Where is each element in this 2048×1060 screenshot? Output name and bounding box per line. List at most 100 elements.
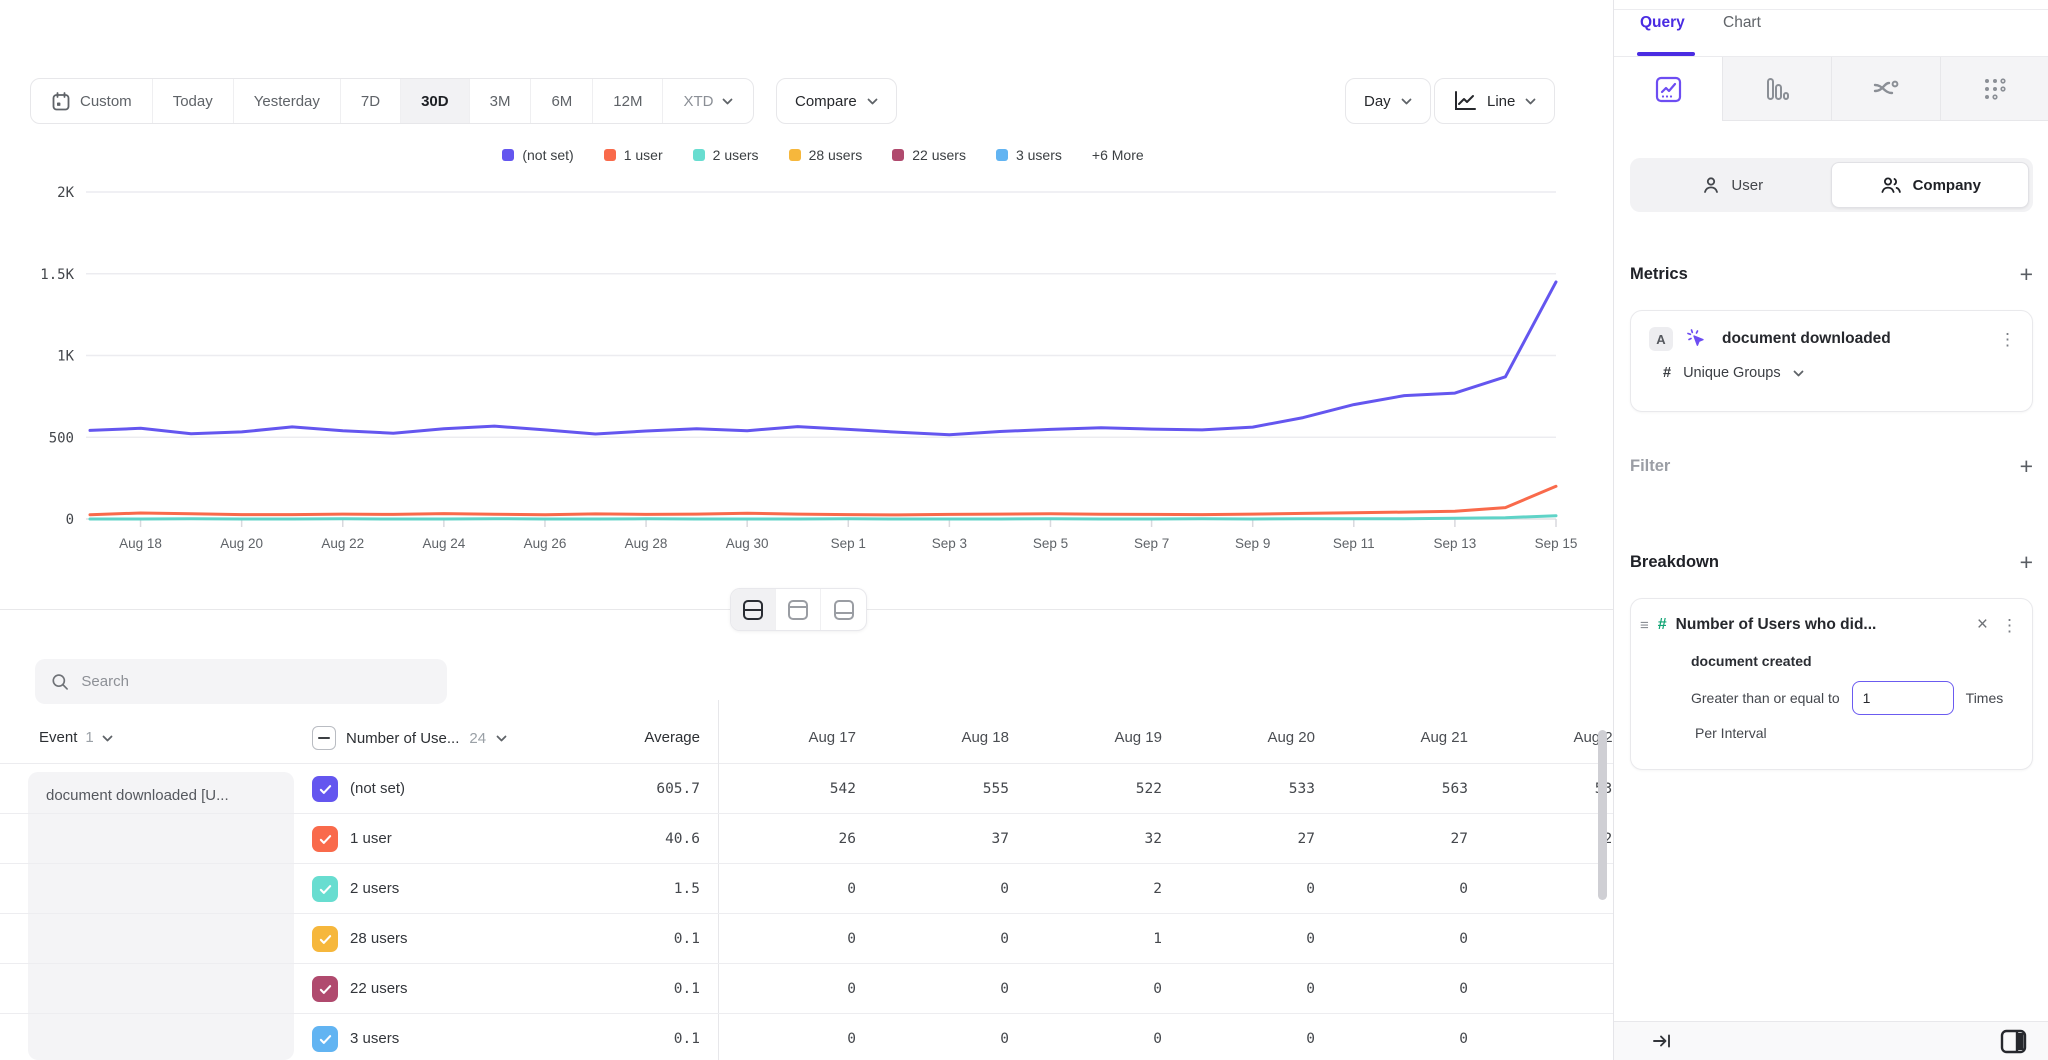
breakdown-menu-button[interactable]: ⋮ [2001,617,2018,634]
row-value: 1 [1012,914,1162,964]
add-metric-button[interactable]: + [2020,264,2033,284]
row-checkbox[interactable] [312,926,338,952]
check-icon [317,931,334,948]
range-yesterday[interactable]: Yesterday [234,79,341,123]
metric-measure-dropdown[interactable]: # Unique Groups [1631,351,2032,399]
tab-query[interactable]: Query [1640,14,1685,32]
row-value: 0 [1165,1014,1315,1060]
table-scrollbar[interactable] [1598,730,1607,900]
date-column-header[interactable]: Aug 18 [859,712,1009,764]
drag-handle-icon[interactable]: ≡ [1640,618,1649,633]
range-label: Yesterday [254,93,320,110]
panel-footer [1614,1021,2048,1060]
chart-type-tabs [1614,57,2048,121]
layout-top-button[interactable] [776,589,821,630]
range-today[interactable]: Today [153,79,234,123]
collapse-panel-icon[interactable] [1652,1032,1672,1050]
range-xtd[interactable]: XTD [663,79,753,123]
chevron-down-icon [722,98,733,105]
row-average: 0.1 [550,1014,700,1060]
row-checkbox[interactable] [312,826,338,852]
date-column-header[interactable]: Aug 21 [1318,712,1468,764]
range-3m[interactable]: 3M [470,79,532,123]
row-label: 3 users [350,1014,399,1060]
scope-company-button[interactable]: Company [1831,162,2030,208]
row-checkbox[interactable] [312,876,338,902]
row-average: 40.6 [550,814,700,864]
search-input[interactable] [81,673,431,690]
row-value: 0 [1471,1014,1613,1060]
date-column-header[interactable]: Aug 20 [1165,712,1315,764]
chart-type-dropdown[interactable]: Line [1434,78,1555,124]
row-value: 26 [706,814,856,864]
query-panel: Query Chart [1613,0,2048,1060]
add-breakdown-button[interactable]: + [2020,552,2033,572]
svg-text:Sep 1: Sep 1 [831,536,866,551]
event-column-header[interactable]: Event 1 [39,712,113,764]
select-all-checkbox[interactable] [312,726,336,750]
times-value-input[interactable] [1852,681,1954,715]
svg-text:1.5K: 1.5K [40,267,74,283]
row-label: (not set) [350,764,405,814]
breakdown-card-header: ≡ # Number of Users who did... × ⋮ [1631,599,2032,636]
row-value: 37 [859,814,1009,864]
chart-type-bar-tab[interactable] [1722,57,1831,121]
hash-icon: # [1663,365,1671,381]
breakdown-column-header[interactable]: Number of Use... 24 [312,712,507,764]
interval-dropdown[interactable]: Day [1345,78,1431,124]
metric-badge: A [1649,327,1673,351]
add-filter-button[interactable]: + [2020,456,2033,476]
date-column-header[interactable]: Aug 17 [706,712,856,764]
times-unit-label: Times [1966,690,2004,706]
compare-button[interactable]: Compare [776,78,897,124]
range-7d[interactable]: 7D [341,79,401,123]
filter-section-header: Filter + [1630,456,2033,476]
svg-text:Aug 18: Aug 18 [119,536,162,551]
date-column-header[interactable]: Aug 19 [1012,712,1162,764]
range-30d[interactable]: 30D [401,79,470,123]
chevron-down-icon [1401,98,1412,105]
range-custom[interactable]: Custom [31,79,153,123]
row-value: 0 [1012,1014,1162,1060]
condition-label[interactable]: Greater than or equal to [1691,690,1840,706]
breakdown-card[interactable]: ≡ # Number of Users who did... × ⋮ docum… [1630,598,2033,770]
layout-toggle-group [730,588,867,631]
layout-split-button[interactable] [731,589,776,630]
chevron-down-icon [1793,370,1804,377]
series--not-set- [90,282,1556,435]
table-header-row: Event 1 Number of Use... 24 Average Aug … [0,712,1613,764]
toggle-sidebar-icon[interactable] [2000,1029,2027,1054]
metric-menu-button[interactable]: ⋮ [1999,331,2016,348]
table-row: (not set)605.7542555522533563532 [0,764,1613,814]
row-value: 0 [859,864,1009,914]
row-value: 0 [706,864,856,914]
chart-type-scatter-tab[interactable] [1940,57,2048,121]
scope-user-button[interactable]: User [1634,162,1831,208]
range-6m[interactable]: 6M [531,79,593,123]
row-average: 0.1 [550,964,700,1014]
event-count: 1 [85,712,93,764]
svg-text:0: 0 [66,512,74,528]
breakdown-event-name: document created [1631,636,2032,669]
tab-chart[interactable]: Chart [1723,14,1761,32]
range-12m[interactable]: 12M [593,79,663,123]
row-value: 0 [706,1014,856,1060]
check-icon [317,981,334,998]
row-checkbox[interactable] [312,976,338,1002]
layout-bottom-button[interactable] [821,589,866,630]
row-checkbox[interactable] [312,1026,338,1052]
row-value: 533 [1165,764,1315,814]
svg-text:1K: 1K [57,349,74,365]
bar-chart-tab-icon [1764,76,1790,102]
row-checkbox[interactable] [312,776,338,802]
chart-type-line-tab[interactable] [1614,57,1722,121]
remove-breakdown-button[interactable]: × [1973,614,1992,636]
date-column-header[interactable]: Aug 22 [1471,712,1613,764]
per-interval-label[interactable]: Per Interval [1631,715,2032,757]
chart-type-flow-tab[interactable] [1831,57,1940,121]
svg-text:Sep 5: Sep 5 [1033,536,1068,551]
scope-user-label: User [1731,177,1763,194]
metric-card[interactable]: A document downloaded ⋮ # Unique Groups [1630,310,2033,412]
scatter-tab-icon [1982,76,2008,102]
line-chart-icon [1453,90,1477,112]
